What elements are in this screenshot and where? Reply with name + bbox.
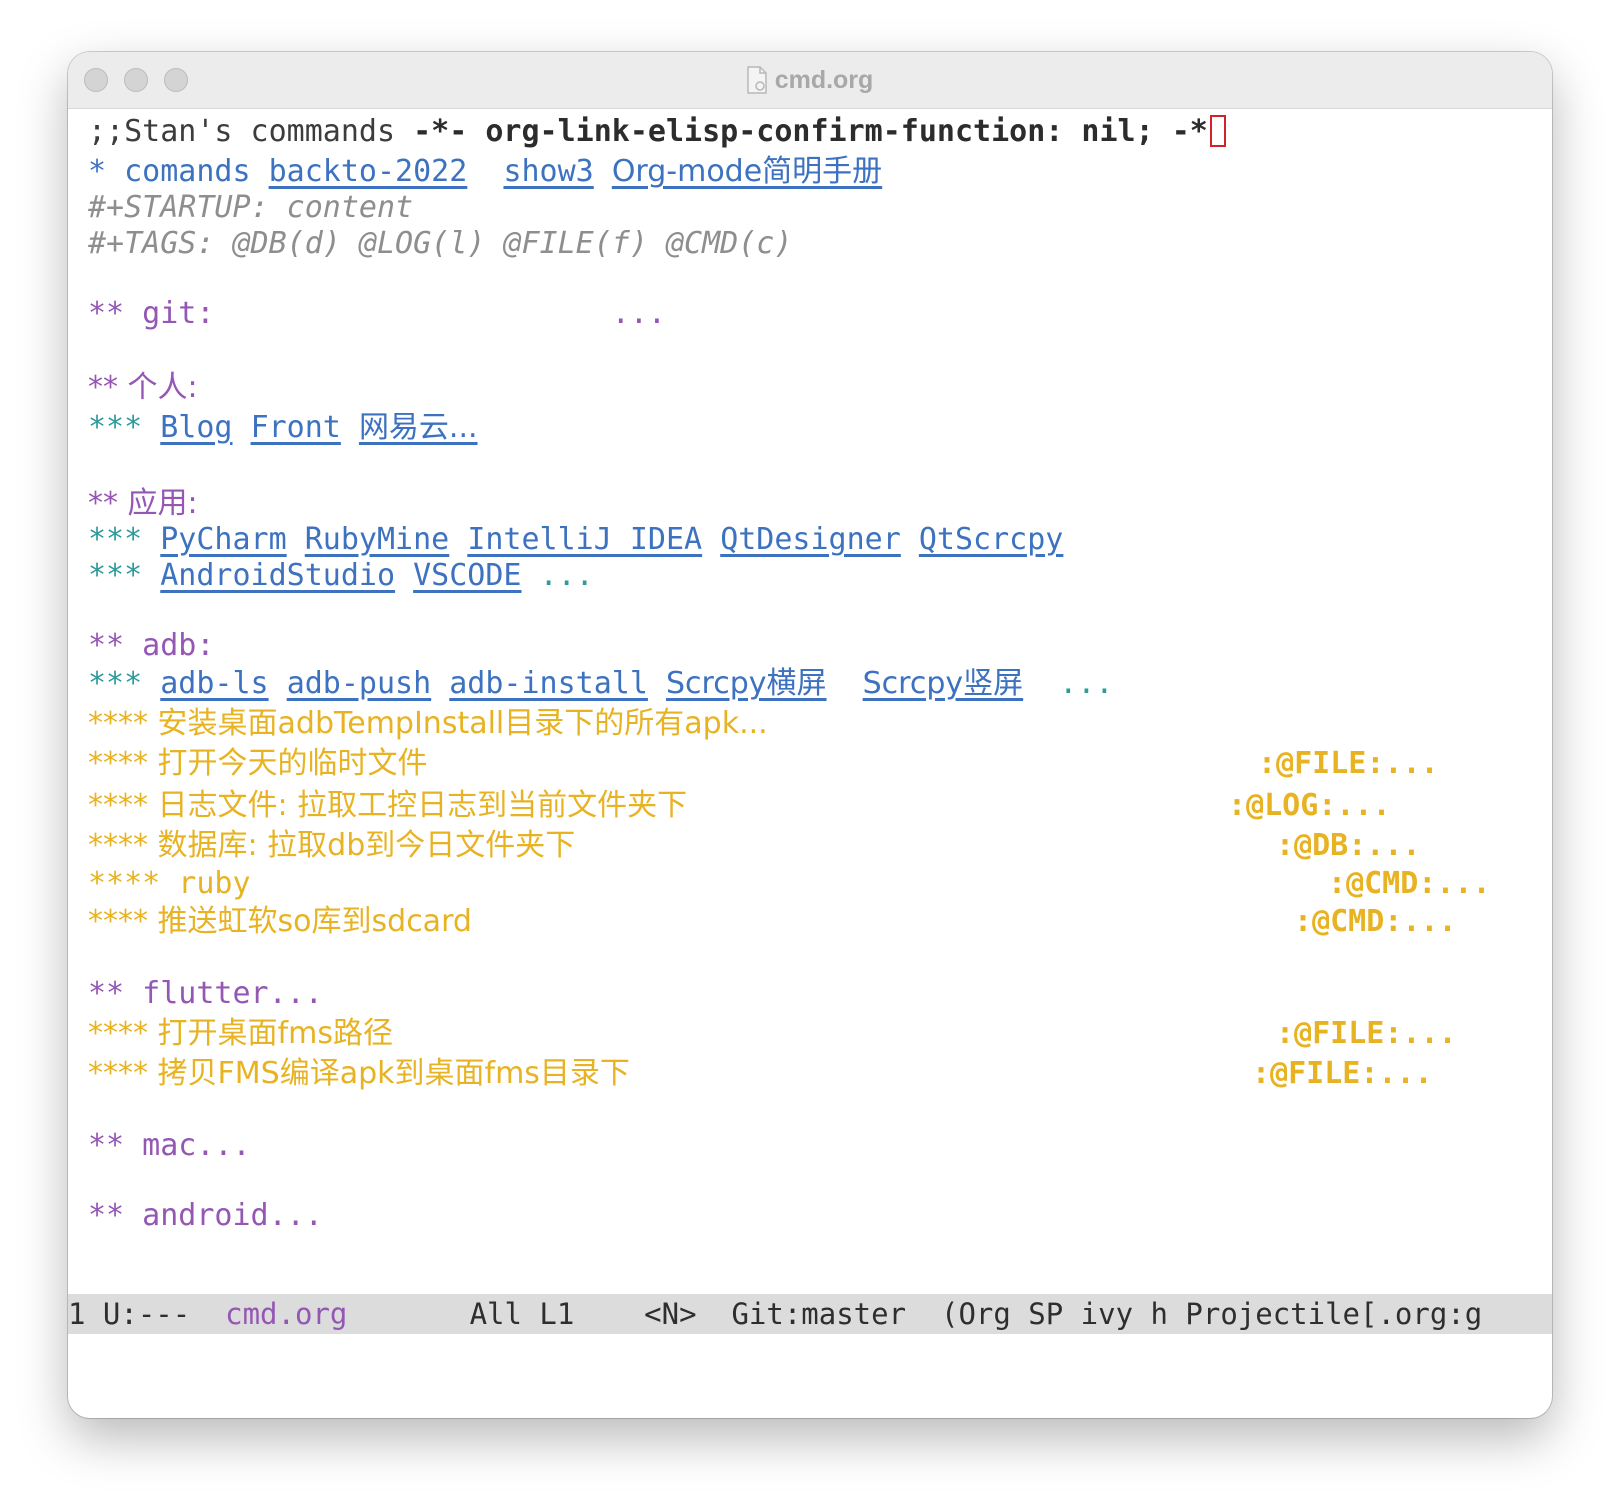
heading-stars: *** — [88, 666, 143, 701]
link-androidstudio[interactable]: AndroidStudio — [160, 558, 395, 593]
link-intellij[interactable]: IntelliJ IDEA — [467, 522, 702, 557]
heading-flutter[interactable]: ** flutter... — [88, 974, 323, 1014]
heading-comands: * comands backto-2022 show3 Org-mode简明手册 — [88, 152, 882, 192]
adb-item-ruby[interactable]: **** ruby — [88, 864, 251, 904]
text-cursor — [1209, 115, 1226, 147]
tag-file: :@FILE:... — [1252, 1056, 1433, 1091]
link-adb-push[interactable]: adb-push — [287, 666, 432, 701]
link-qtscrcpy[interactable]: QtScrcpy — [919, 522, 1064, 557]
adb-item-pull-db[interactable]: **** 数据库: 拉取db到今日文件夹下 — [88, 826, 575, 866]
link-org-manual[interactable]: Org-mode简明手册 — [612, 154, 882, 189]
tag-cmd: :@CMD:... — [1328, 866, 1491, 901]
emacs-window: cmd.org ;;Stan's commands -*- org-link-e… — [68, 52, 1552, 1418]
link-netease[interactable]: 网易云... — [359, 410, 478, 445]
tags-keyword: #+TAGS: @DB(d) @LOG(l) @FILE(f) @CMD(c) — [88, 226, 793, 261]
document-icon — [746, 66, 767, 94]
link-show3[interactable]: show3 — [503, 154, 593, 189]
title-bar: cmd.org — [68, 52, 1552, 109]
heading-android[interactable]: ** android... — [88, 1196, 323, 1236]
mode-line-buffer-name[interactable]: cmd.org — [225, 1297, 347, 1331]
link-adb-install[interactable]: adb-install — [449, 666, 648, 701]
heading-stars: *** — [88, 522, 143, 557]
link-scrcpy-portrait[interactable]: Scrcpy竖屏 — [863, 666, 1024, 701]
mode-line-status: All L1 <N> Git:master (Org SP ivy h Proj… — [347, 1297, 1483, 1331]
heading-git[interactable]: ** git: ... — [88, 294, 666, 334]
mode-line-comment: ;;Stan's commands -*- org-link-elisp-con… — [88, 112, 1226, 152]
org-buffer[interactable]: ;;Stan's commands -*- org-link-elisp-con… — [88, 108, 1532, 1344]
folded-ellipsis[interactable]: ... — [540, 558, 594, 593]
adb-links-row: *** adb-ls adb-push adb-install Scrcpy横屏… — [88, 664, 1113, 704]
apps-links-row-1: *** PyCharm RubyMine IntelliJ IDEA QtDes… — [88, 520, 1063, 560]
personal-links-row: *** Blog Front 网易云... — [88, 408, 478, 448]
heading-title: * comands — [88, 154, 251, 189]
flutter-item-open-fms[interactable]: **** 打开桌面fms路径 — [88, 1014, 393, 1054]
window-title-group: cmd.org — [68, 52, 1552, 108]
tag-log: :@LOG:... — [1228, 788, 1391, 823]
heading-stars: *** — [88, 558, 143, 593]
link-blog[interactable]: Blog — [160, 410, 232, 445]
tag-cmd: :@CMD:... — [1294, 904, 1457, 939]
adb-item-install-apk[interactable]: **** 安装桌面adbTempInstall目录下的所有apk... — [88, 704, 768, 744]
startup-keyword: #+STARTUP: content — [88, 190, 414, 225]
heading-title: ** git: — [88, 296, 215, 331]
link-adb-ls[interactable]: adb-ls — [160, 666, 268, 701]
link-scrcpy-landscape[interactable]: Scrcpy横屏 — [666, 666, 827, 701]
link-vscode[interactable]: VSCODE — [413, 558, 521, 593]
tag-file: :@FILE:... — [1258, 746, 1439, 781]
heading-mac[interactable]: ** mac... — [88, 1126, 251, 1166]
link-backto-2022[interactable]: backto-2022 — [269, 154, 468, 189]
heading-personal[interactable]: ** 个人: — [88, 368, 198, 408]
tag-file: :@FILE:... — [1276, 1016, 1457, 1051]
link-qtdesigner[interactable]: QtDesigner — [720, 522, 901, 557]
adb-item-push-so[interactable]: **** 推送虹软so库到sdcard — [88, 902, 472, 942]
window-title: cmd.org — [774, 65, 874, 94]
adb-item-open-temp-file[interactable]: **** 打开今天的临时文件 — [88, 744, 428, 784]
folded-ellipsis[interactable]: ... — [1059, 666, 1113, 701]
mode-line: 1 U:--- cmd.org All L1 <N> Git:master (O… — [68, 1294, 1552, 1334]
file-local-variables: -*- org-link-elisp-confirm-function: nil… — [413, 114, 1208, 149]
heading-stars: *** — [88, 410, 143, 445]
comment-prefix: ;;Stan's commands — [88, 114, 414, 149]
folded-ellipsis[interactable]: ... — [612, 296, 666, 331]
link-rubymine[interactable]: RubyMine — [305, 522, 450, 557]
heading-apps[interactable]: ** 应用: — [88, 484, 198, 524]
link-front[interactable]: Front — [251, 410, 341, 445]
apps-links-row-2: *** AndroidStudio VSCODE ... — [88, 556, 594, 596]
heading-adb[interactable]: ** adb: — [88, 626, 214, 666]
flutter-item-copy-apk[interactable]: **** 拷贝FMS编译apk到桌面fms目录下 — [88, 1054, 630, 1094]
tag-db: :@DB:... — [1276, 828, 1421, 863]
mode-line-position: 1 U:--- — [68, 1297, 226, 1331]
adb-item-pull-log[interactable]: **** 日志文件: 拉取工控日志到当前文件夹下 — [88, 786, 687, 826]
link-pycharm[interactable]: PyCharm — [160, 522, 286, 557]
